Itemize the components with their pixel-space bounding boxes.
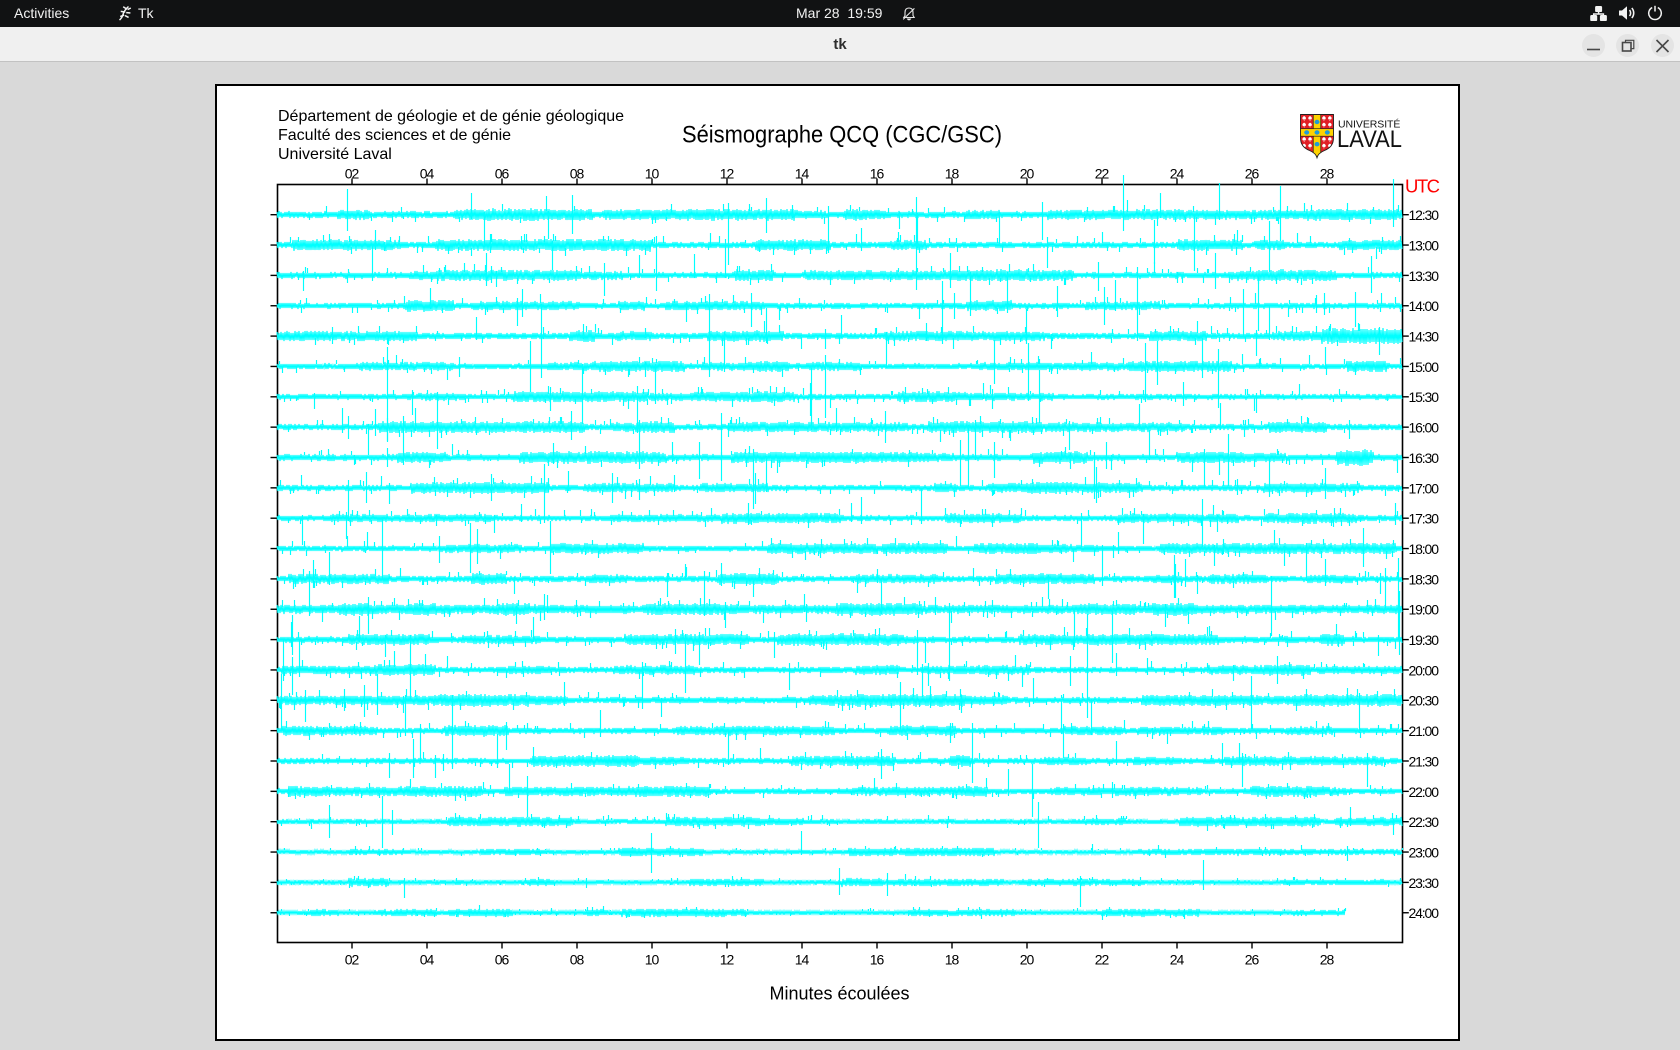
svg-text:Faculté des sciences et de gén: Faculté des sciences et de génie: [278, 127, 511, 144]
svg-text:17:30: 17:30: [1409, 511, 1440, 527]
svg-text:14:30: 14:30: [1409, 329, 1440, 345]
svg-text:16: 16: [870, 166, 885, 182]
svg-text:14:00: 14:00: [1409, 298, 1440, 314]
svg-text:18:30: 18:30: [1409, 571, 1440, 587]
svg-text:13:30: 13:30: [1409, 268, 1440, 284]
svg-text:16:00: 16:00: [1409, 420, 1440, 436]
svg-text:23:00: 23:00: [1409, 844, 1440, 860]
svg-text:19:00: 19:00: [1409, 602, 1440, 618]
svg-text:18: 18: [945, 952, 960, 968]
svg-text:Département de géologie et de: Département de géologie et de génie géol…: [278, 108, 624, 125]
svg-text:20:00: 20:00: [1409, 662, 1440, 678]
svg-text:22:00: 22:00: [1409, 784, 1440, 800]
svg-text:06: 06: [495, 952, 510, 968]
svg-text:LAVAL: LAVAL: [1337, 126, 1402, 153]
svg-text:20: 20: [1020, 166, 1035, 182]
svg-text:28: 28: [1320, 952, 1335, 968]
svg-text:16: 16: [870, 952, 885, 968]
svg-text:22: 22: [1095, 166, 1110, 182]
svg-text:24: 24: [1170, 952, 1185, 968]
svg-text:14: 14: [795, 952, 810, 968]
svg-text:04: 04: [420, 166, 435, 182]
svg-text:20: 20: [1020, 952, 1035, 968]
svg-text:02: 02: [345, 952, 360, 968]
svg-text:21:00: 21:00: [1409, 723, 1440, 739]
svg-text:10: 10: [645, 952, 660, 968]
svg-text:28: 28: [1320, 166, 1335, 182]
svg-text:Séismographe QCQ (CGC/GSC): Séismographe QCQ (CGC/GSC): [682, 121, 1002, 148]
svg-text:23:30: 23:30: [1409, 875, 1440, 891]
svg-text:14: 14: [795, 166, 810, 182]
svg-text:06: 06: [495, 166, 510, 182]
svg-text:17:00: 17:00: [1409, 480, 1440, 496]
svg-text:16:30: 16:30: [1409, 450, 1440, 466]
svg-text:26: 26: [1245, 952, 1260, 968]
svg-text:10: 10: [645, 166, 660, 182]
svg-text:22:30: 22:30: [1409, 814, 1440, 830]
svg-text:19:30: 19:30: [1409, 632, 1440, 648]
svg-text:12:30: 12:30: [1409, 207, 1440, 223]
svg-text:20:30: 20:30: [1409, 693, 1440, 709]
svg-text:08: 08: [570, 166, 585, 182]
svg-text:24:00: 24:00: [1409, 905, 1440, 921]
svg-text:21:30: 21:30: [1409, 753, 1440, 769]
svg-text:Université Laval: Université Laval: [278, 146, 392, 163]
svg-text:18:00: 18:00: [1409, 541, 1440, 557]
svg-text:UTC: UTC: [1405, 175, 1440, 196]
svg-text:15:30: 15:30: [1409, 389, 1440, 405]
svg-text:04: 04: [420, 952, 435, 968]
svg-text:13:00: 13:00: [1409, 237, 1440, 253]
svg-text:12: 12: [720, 952, 735, 968]
svg-text:24: 24: [1170, 166, 1185, 182]
svg-text:08: 08: [570, 952, 585, 968]
svg-text:18: 18: [945, 166, 960, 182]
svg-text:22: 22: [1095, 952, 1110, 968]
svg-text:26: 26: [1245, 166, 1260, 182]
svg-text:12: 12: [720, 166, 735, 182]
svg-text:02: 02: [345, 166, 360, 182]
svg-text:15:00: 15:00: [1409, 359, 1440, 375]
svg-text:Minutes écoulées: Minutes écoulées: [769, 983, 909, 1003]
